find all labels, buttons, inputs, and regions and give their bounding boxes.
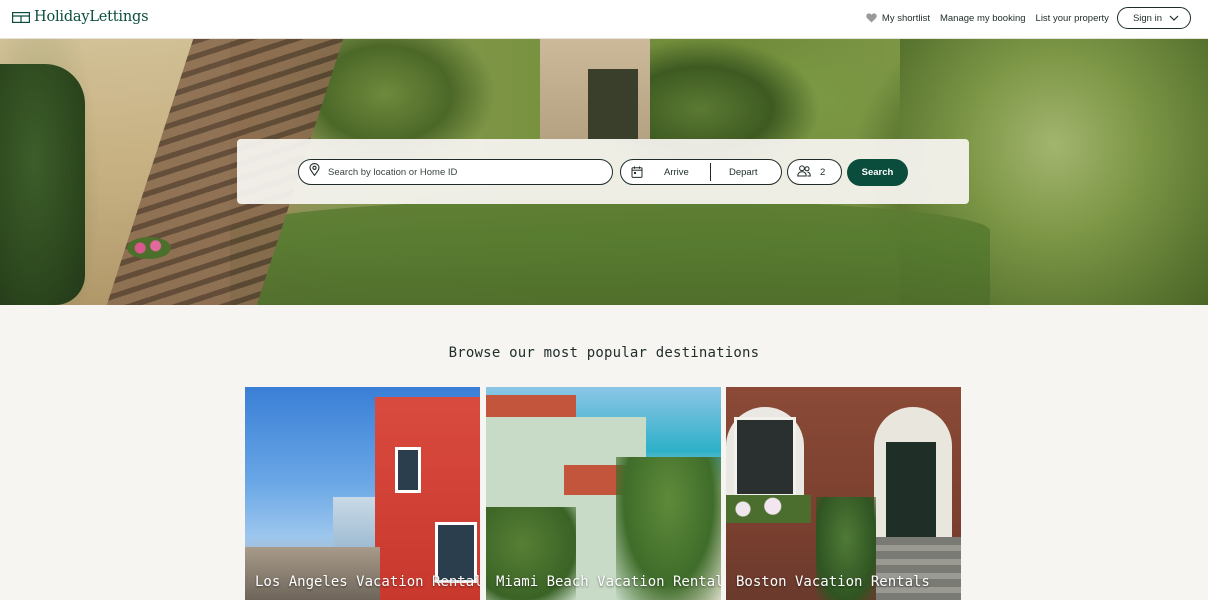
shortlist-label: My shortlist bbox=[881, 12, 930, 24]
sign-in-button[interactable]: Sign in bbox=[1116, 7, 1191, 29]
chevron-down-icon bbox=[1169, 13, 1179, 24]
depart-date-field[interactable]: Depart bbox=[729, 167, 758, 178]
calendar-icon bbox=[631, 166, 643, 178]
location-pin-icon bbox=[309, 163, 320, 181]
destination-card-boston[interactable]: Boston Vacation Rentals bbox=[726, 387, 961, 600]
holidaylettings-logo[interactable]: HolidayLettings bbox=[12, 9, 149, 25]
hero-hedge bbox=[0, 64, 85, 305]
logo-house-icon bbox=[12, 11, 30, 23]
site-header: HolidayLettings My shortlist Manage my b… bbox=[0, 0, 1208, 39]
guests-count: 2 bbox=[820, 166, 826, 178]
guests-icon bbox=[797, 164, 811, 180]
location-search-input[interactable] bbox=[328, 166, 588, 178]
logo-text: HolidayLettings bbox=[34, 9, 149, 25]
manage-booking-link[interactable]: Manage my booking bbox=[940, 13, 1026, 24]
location-search-field[interactable] bbox=[298, 159, 613, 185]
list-property-link[interactable]: List your property bbox=[1036, 13, 1109, 24]
hero-door bbox=[588, 69, 638, 139]
card-image-window bbox=[395, 447, 421, 493]
destination-card-label: Miami Beach Vacation Rentals bbox=[496, 574, 721, 590]
hero-lawn bbox=[230, 199, 990, 305]
shortlist-link[interactable]: My shortlist bbox=[866, 13, 930, 24]
sign-in-label: Sign in bbox=[1132, 12, 1162, 24]
destination-card-label: Los Angeles Vacation Rentals bbox=[255, 574, 480, 590]
dates-divider bbox=[710, 163, 711, 181]
search-button[interactable]: Search bbox=[847, 159, 908, 186]
dates-field[interactable]: Arrive Depart bbox=[620, 159, 782, 185]
search-panel: Arrive Depart 2 Search bbox=[237, 139, 969, 204]
destination-card-los-angeles[interactable]: Los Angeles Vacation Rentals bbox=[245, 387, 480, 600]
guests-field[interactable]: 2 bbox=[787, 159, 842, 185]
destination-card-label: Boston Vacation Rentals bbox=[736, 574, 930, 590]
hero-flowers bbox=[127, 237, 171, 259]
heart-icon bbox=[866, 13, 877, 23]
destination-card-miami-beach[interactable]: Miami Beach Vacation Rentals bbox=[486, 387, 721, 600]
destinations-heading: Browse our most popular destinations bbox=[448, 345, 760, 361]
card-image-window-pane bbox=[734, 417, 796, 497]
card-image-door bbox=[886, 442, 936, 537]
card-image-flower-box bbox=[726, 495, 811, 523]
card-image-roof bbox=[486, 395, 576, 417]
arrive-date-field[interactable]: Arrive bbox=[664, 167, 689, 178]
header-nav: My shortlist Manage my booking List your… bbox=[866, 7, 1191, 29]
